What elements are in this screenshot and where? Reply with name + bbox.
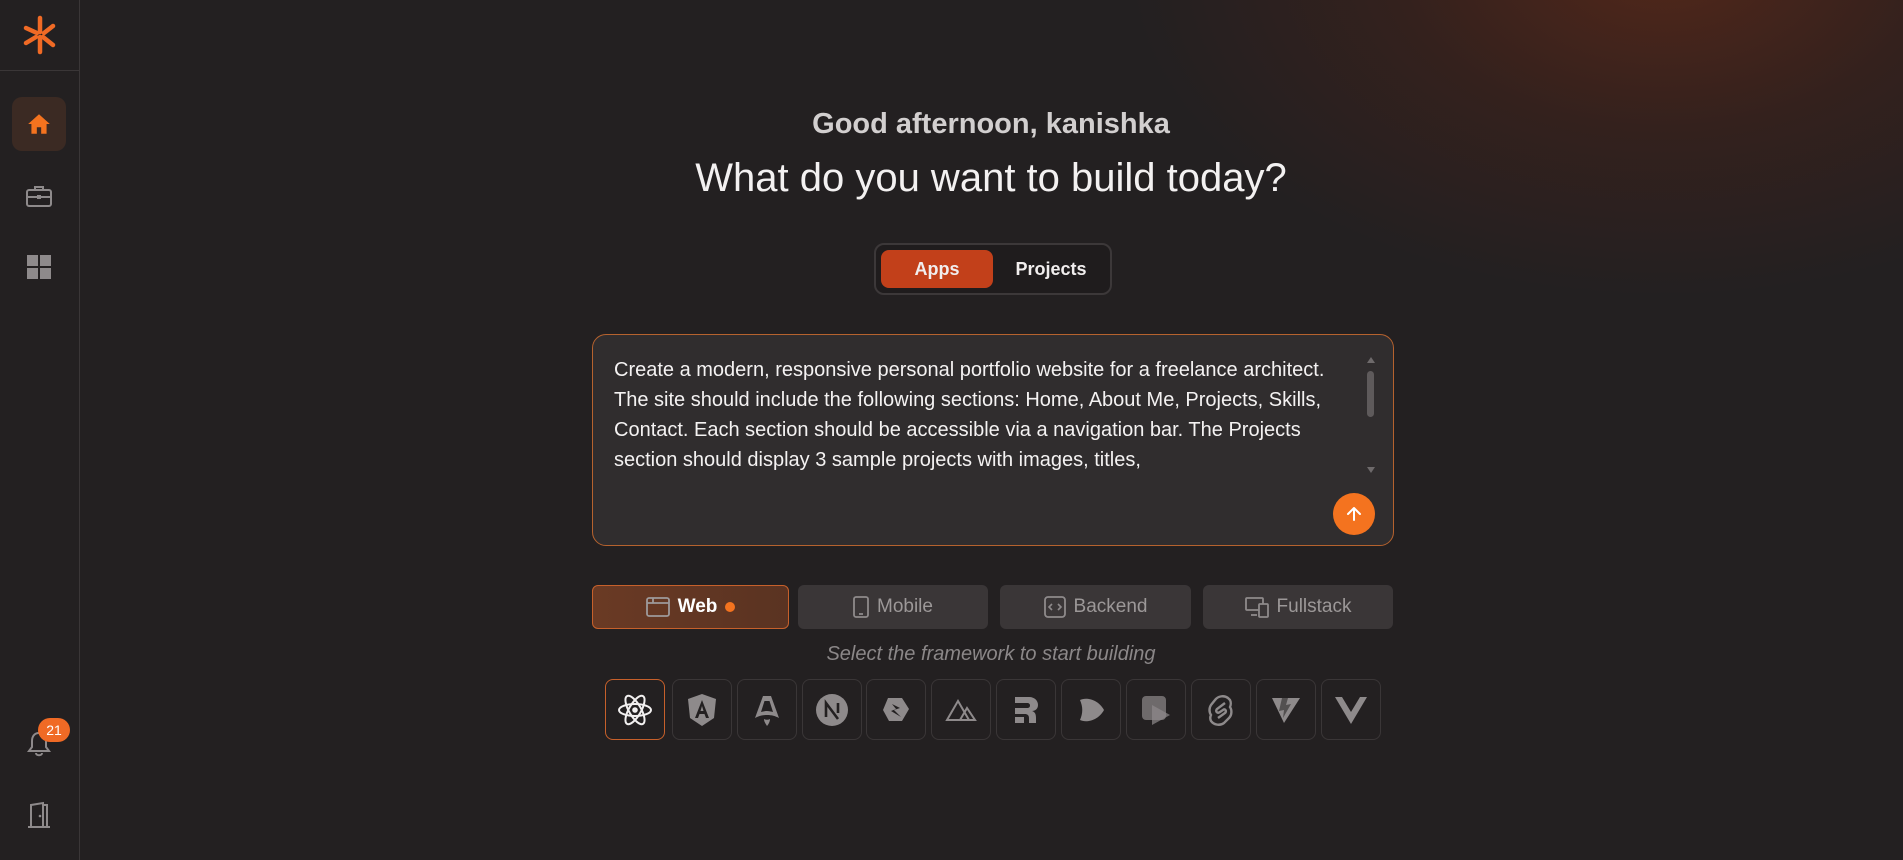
storybook-icon [1142,695,1170,725]
nuxt-icon [945,698,977,721]
greeting: Good afternoon, kanishka [812,108,1170,140]
type-tab-label: Backend [1073,596,1148,617]
sidebar-item-projects[interactable] [12,169,66,223]
vite-icon [1272,697,1300,723]
browser-window-icon [645,597,670,617]
framework-nuxt[interactable] [931,679,991,740]
framework-solid[interactable] [1061,679,1121,740]
devices-icon [1244,597,1269,618]
angular-icon [688,693,716,726]
scroll-up-arrow-icon[interactable] [1367,357,1375,363]
framework-vue[interactable] [1321,679,1381,740]
apps-tab[interactable]: Apps [881,250,993,288]
arrow-up-icon [1347,507,1361,521]
sidebar-item-apps[interactable] [12,240,66,294]
remix-icon [1015,696,1038,723]
nextjs-icon [816,693,848,726]
page-title: What do you want to build today? [695,156,1287,200]
framework-angular[interactable] [672,679,732,740]
scroll-down-arrow-icon[interactable] [1367,467,1375,473]
scrollbar-thumb[interactable] [1367,371,1374,417]
type-tab-label: Web [677,596,718,617]
framework-remix[interactable] [996,679,1056,740]
mode-toggle: Apps Projects [874,243,1112,295]
grid-icon [27,255,51,279]
framework-astro[interactable] [737,679,797,740]
app-root: 21 Good afternoon, kanishka What do you … [0,0,1903,860]
framework-react[interactable] [605,679,665,740]
sidebar: 21 [0,0,80,860]
mobile-phone-icon [853,596,869,618]
astro-icon [755,695,779,726]
framework-vite[interactable] [1256,679,1316,740]
prompt-box: Create a modern, responsive personal por… [592,334,1394,546]
type-tab-label: Fullstack [1276,596,1352,617]
asterisk-logo-icon [23,15,55,55]
framework-qwik[interactable] [866,679,926,740]
solid-icon [1080,698,1104,721]
active-dot [725,602,736,612]
type-tab-label: Mobile [877,596,933,617]
code-bracket-icon [1043,596,1066,618]
type-tab-backend[interactable]: Backend [1000,585,1191,629]
framework-hint: Select the framework to start building [826,643,1156,665]
type-tab-fullstack[interactable]: Fullstack [1203,585,1393,629]
door-icon [28,801,50,828]
react-icon [618,694,652,725]
qwik-icon [883,697,909,721]
logo[interactable] [0,0,79,71]
sidebar-item-home[interactable] [12,97,66,151]
notification-count-badge: 21 [38,718,70,742]
send-button[interactable] [1333,493,1375,535]
type-tab-web[interactable]: Web [592,585,789,629]
projects-tab[interactable]: Projects [995,250,1107,288]
type-tab-mobile[interactable]: Mobile [798,585,988,629]
logout-button[interactable] [12,788,66,842]
svelte-icon [1208,694,1233,726]
background-glow [1123,0,1903,300]
framework-svelte[interactable] [1191,679,1251,740]
briefcase-icon [26,186,52,207]
framework-nextjs[interactable] [802,679,862,740]
framework-storybook[interactable] [1126,679,1186,740]
vue-icon [1335,696,1367,724]
home-icon [28,114,50,134]
prompt-input[interactable]: Create a modern, responsive personal por… [614,355,1354,477]
